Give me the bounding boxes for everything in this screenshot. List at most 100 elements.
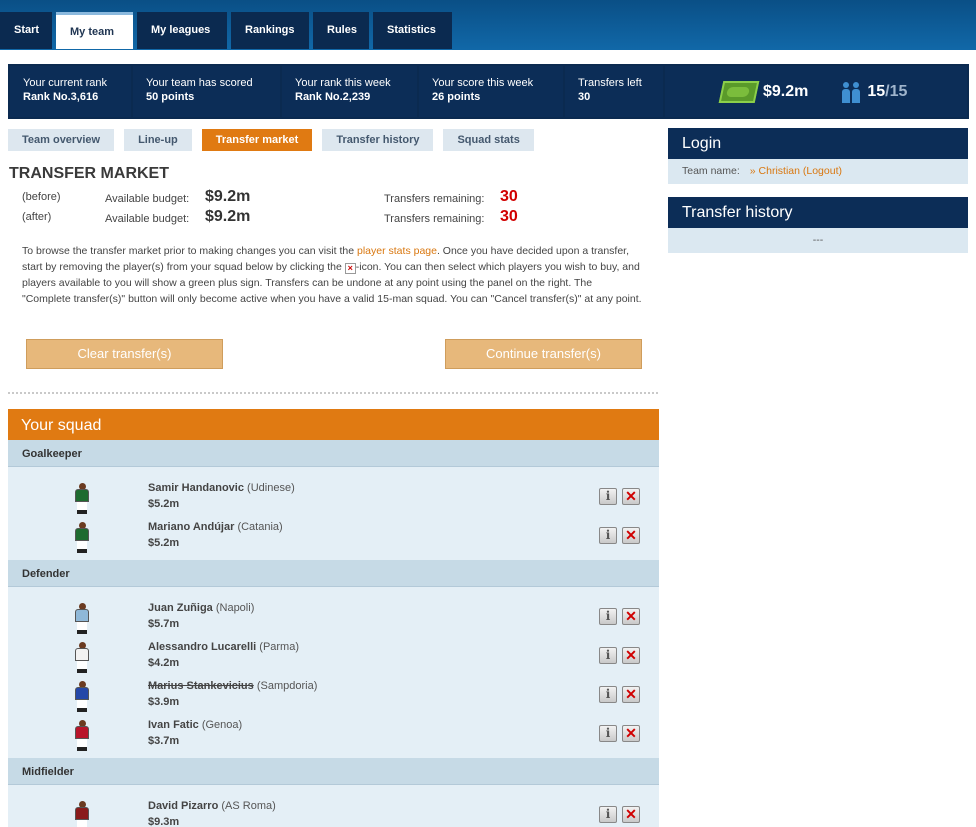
remove-player-button[interactable]: ✕	[622, 647, 640, 664]
player-name[interactable]: David Pizarro (AS Roma)	[148, 800, 276, 812]
remove-player-button[interactable]: ✕	[622, 608, 640, 625]
current-rank-stat: Your current rank Rank No.3,616	[10, 66, 131, 117]
scored-stat: Your team has scored 50 points	[133, 66, 280, 117]
current-rank-value: Rank No.3,616	[23, 91, 99, 103]
transfers-left-value: 30	[578, 91, 591, 103]
nav-tab-statistics[interactable]: Statistics	[373, 12, 452, 49]
after-budget-amount: $9.2m	[205, 208, 251, 225]
player-shirt-icon	[74, 642, 90, 674]
player-info-button[interactable]: i	[599, 647, 617, 664]
transfers-left-stat: Transfers left 30	[565, 66, 663, 117]
player-name[interactable]: Mariano Andújar (Catania)	[148, 521, 283, 533]
player-row: Mariano Andújar (Catania) $5.2m i ✕	[8, 518, 659, 557]
money-icon	[718, 80, 760, 103]
remove-player-button[interactable]: ✕	[622, 527, 640, 544]
transfer-history-title: Transfer history	[668, 197, 968, 228]
week-rank-value: Rank No.2,239	[295, 91, 371, 103]
week-rank-label: Your rank this week	[295, 77, 391, 89]
squad-count-max: /15	[885, 82, 908, 100]
player-row: David Pizarro (AS Roma) $9.3m i ✕	[8, 797, 659, 827]
remove-player-button[interactable]: ✕	[622, 488, 640, 505]
player-shirt-icon	[74, 522, 90, 554]
week-score-label: Your score this week	[432, 77, 534, 89]
budget-squad-stat: $9.2m 15/15	[665, 66, 967, 117]
subtab-squad-stats[interactable]: Squad stats	[443, 129, 534, 151]
transfers-left-label: Transfers left	[578, 77, 642, 89]
player-name[interactable]: Ivan Fatic (Genoa)	[148, 719, 242, 731]
player-row: Samir Handanovic (Udinese) $5.2m i ✕	[8, 479, 659, 518]
nav-tab-rankings[interactable]: Rankings	[231, 12, 309, 49]
week-rank-stat: Your rank this week Rank No.2,239	[282, 66, 417, 117]
continue-transfers-button[interactable]: Continue transfer(s)	[445, 339, 642, 369]
player-price: $5.7m	[148, 618, 180, 630]
instructions-text: To browse the transfer market prior to m…	[22, 243, 642, 307]
budget-value: $9.2m	[763, 82, 809, 100]
player-club: (Genoa)	[201, 719, 243, 731]
player-info-button[interactable]: i	[599, 725, 617, 742]
player-row: Marius Stankevicius (Sampdoria) $3.9m i ✕	[8, 677, 659, 716]
team-name-label: Team name:	[682, 165, 740, 177]
player-price: $4.2m	[148, 657, 180, 669]
nav-tab-my-leagues[interactable]: My leagues	[137, 12, 227, 49]
before-transfers-remaining: 30	[500, 188, 518, 205]
player-name[interactable]: Samir Handanovic (Udinese)	[148, 482, 295, 494]
clear-transfers-button[interactable]: Clear transfer(s)	[26, 339, 223, 369]
player-club: (Parma)	[259, 641, 300, 653]
player-club: (Udinese)	[247, 482, 295, 494]
before-transfers-label: Transfers remaining:	[384, 193, 485, 205]
current-rank-label: Your current rank	[23, 77, 107, 89]
player-row: Alessandro Lucarelli (Parma) $4.2m i ✕	[8, 638, 659, 677]
position-header-midfielder: Midfielder	[8, 758, 659, 785]
login-title: Login	[668, 128, 968, 159]
player-info-button[interactable]: i	[599, 686, 617, 703]
player-price: $9.3m	[148, 816, 180, 827]
player-name[interactable]: Juan Zuñiga (Napoli)	[148, 602, 254, 614]
remove-player-button[interactable]: ✕	[622, 725, 640, 742]
nav-tab-rules[interactable]: Rules	[313, 12, 369, 49]
subtab-transfer-market[interactable]: Transfer market	[201, 129, 313, 151]
player-price: $3.7m	[148, 735, 180, 747]
remove-player-button[interactable]: ✕	[622, 686, 640, 703]
position-header-defender: Defender	[8, 560, 659, 587]
squad-count-current: 15	[867, 82, 886, 100]
player-info-button[interactable]: i	[599, 527, 617, 544]
instructions-part-1: To browse the transfer market prior to m…	[22, 245, 357, 257]
after-transfers-label: Transfers remaining:	[384, 213, 485, 225]
squad-count: 15/15	[867, 83, 907, 101]
nav-tab-start[interactable]: Start	[0, 12, 52, 49]
player-price: $5.2m	[148, 537, 180, 549]
transfer-history-empty: ---	[668, 228, 968, 253]
player-club: (Catania)	[237, 521, 283, 533]
player-info-button[interactable]: i	[599, 608, 617, 625]
player-stats-link[interactable]: player stats page	[357, 245, 437, 257]
subtab-team-overview[interactable]: Team overview	[8, 129, 115, 151]
subtab-transfer-history[interactable]: Transfer history	[322, 129, 434, 151]
main-nav: Start My team My leagues Rankings Rules …	[0, 12, 456, 49]
top-bar: Start My team My leagues Rankings Rules …	[0, 0, 976, 50]
player-row: Juan Zuñiga (Napoli) $5.7m i ✕	[8, 599, 659, 638]
player-shirt-icon	[74, 801, 90, 827]
login-body: Team name: » Christian (Logout)	[668, 159, 968, 184]
player-name[interactable]: Alessandro Lucarelli (Parma)	[148, 641, 299, 653]
player-club: (Napoli)	[215, 602, 255, 614]
nav-tab-my-team[interactable]: My team	[56, 12, 133, 49]
week-score-stat: Your score this week 26 points	[419, 66, 563, 117]
player-price: $3.9m	[148, 696, 180, 708]
week-score-value: 26 points	[432, 91, 481, 103]
player-shirt-icon	[74, 603, 90, 635]
squad-title: Your squad	[8, 409, 659, 440]
scored-value: 50 points	[146, 91, 195, 103]
player-row: Ivan Fatic (Genoa) $3.7m i ✕	[8, 716, 659, 755]
subtab-line-up[interactable]: Line-up	[124, 129, 192, 151]
player-info-button[interactable]: i	[599, 806, 617, 823]
remove-player-button[interactable]: ✕	[622, 806, 640, 823]
position-header-goalkeeper: Goalkeeper	[8, 440, 659, 467]
player-name[interactable]: Marius Stankevicius (Sampdoria)	[148, 680, 317, 692]
player-shirt-icon	[74, 720, 90, 752]
player-info-button[interactable]: i	[599, 488, 617, 505]
after-transfers-remaining: 30	[500, 208, 518, 225]
after-budget-label: Available budget:	[105, 213, 190, 225]
player-price: $5.2m	[148, 498, 180, 510]
squad-panel: Your squad Goalkeeper Samir Handanovic (…	[8, 409, 659, 827]
logout-link[interactable]: » Christian (Logout)	[750, 165, 842, 177]
